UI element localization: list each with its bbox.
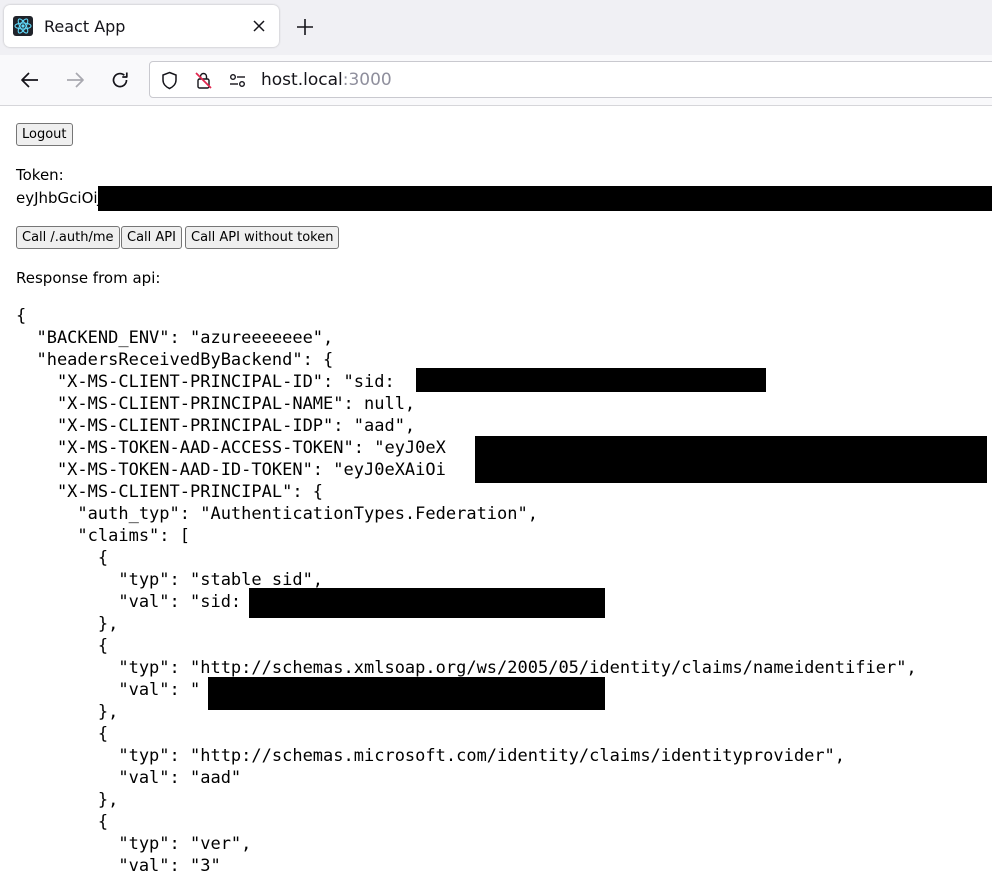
tab-title: React App bbox=[44, 17, 126, 36]
json-line: "typ": "http://schemas.microsoft.com/ide… bbox=[16, 746, 846, 766]
reload-icon[interactable] bbox=[110, 70, 130, 90]
insecure-lock-icon[interactable] bbox=[194, 71, 213, 90]
browser-tab[interactable]: React App bbox=[4, 5, 279, 47]
permissions-icon[interactable] bbox=[228, 71, 247, 90]
json-line: }, bbox=[16, 702, 119, 722]
call-api-without-token-button[interactable]: Call API without token bbox=[185, 226, 340, 249]
json-line: "X-MS-CLIENT-PRINCIPAL-NAME": null, bbox=[16, 394, 416, 414]
json-line: { bbox=[16, 548, 109, 568]
json-line: }, bbox=[16, 790, 119, 810]
close-icon[interactable] bbox=[251, 18, 267, 34]
json-line: "auth_typ": "AuthenticationTypes.Federat… bbox=[16, 504, 538, 524]
plus-icon[interactable] bbox=[296, 18, 314, 36]
redaction-bar bbox=[98, 186, 992, 211]
json-line: "X-MS-CLIENT-PRINCIPAL": { bbox=[16, 482, 324, 502]
redaction-bar bbox=[208, 677, 605, 710]
json-line: "headersReceivedByBackend": { bbox=[16, 350, 334, 370]
json-line: { bbox=[16, 812, 109, 832]
token-value: eyJhbGciOiJ bbox=[16, 189, 102, 207]
json-line: "X-MS-TOKEN-AAD-ACCESS-TOKEN": "eyJ0eX bbox=[16, 438, 446, 458]
redaction-bar bbox=[475, 436, 987, 460]
response-label: Response from api: bbox=[16, 269, 161, 287]
forward-arrow-icon[interactable] bbox=[65, 70, 85, 90]
redaction-bar bbox=[249, 588, 605, 618]
json-line: "BACKEND_ENV": "azureeeeeee", bbox=[16, 328, 334, 348]
url-port: :3000 bbox=[342, 70, 392, 90]
json-line: }, bbox=[16, 614, 119, 634]
nav-toolbar: host.local:3000 bbox=[0, 55, 992, 106]
redaction-bar bbox=[475, 458, 987, 483]
back-arrow-icon[interactable] bbox=[20, 70, 40, 90]
address-bar[interactable]: host.local:3000 bbox=[149, 61, 992, 98]
react-logo-icon bbox=[13, 16, 33, 36]
json-line: "claims": [ bbox=[16, 526, 190, 546]
json-line: "typ": "http://schemas.xmlsoap.org/ws/20… bbox=[16, 658, 917, 678]
url-host: host.local bbox=[261, 70, 343, 90]
json-line: { bbox=[16, 306, 27, 326]
tab-strip: React App bbox=[0, 0, 992, 55]
json-line: "typ": "stable_sid", bbox=[16, 570, 324, 590]
call-api-button[interactable]: Call API bbox=[121, 226, 182, 249]
json-line: "X-MS-TOKEN-AAD-ID-TOKEN": "eyJ0eXAiOi bbox=[16, 460, 446, 480]
url-text[interactable]: host.local:3000 bbox=[261, 70, 392, 90]
call-auth-me-button[interactable]: Call /.auth/me bbox=[16, 226, 120, 249]
json-line: { bbox=[16, 636, 109, 656]
shield-icon[interactable] bbox=[160, 71, 179, 90]
json-line: "val": "aad" bbox=[16, 768, 242, 788]
json-line: "X-MS-CLIENT-PRINCIPAL-IDP": "aad", bbox=[16, 416, 416, 436]
page-content: Logout Token: eyJhbGciOiJ Call /.auth/me… bbox=[0, 106, 992, 880]
json-line: { bbox=[16, 724, 109, 744]
redaction-bar bbox=[416, 368, 766, 392]
logout-button[interactable]: Logout bbox=[16, 123, 73, 146]
token-label: Token: bbox=[16, 166, 64, 184]
json-line: "typ": "ver", bbox=[16, 834, 252, 854]
json-line: "val": "3" bbox=[16, 856, 221, 876]
